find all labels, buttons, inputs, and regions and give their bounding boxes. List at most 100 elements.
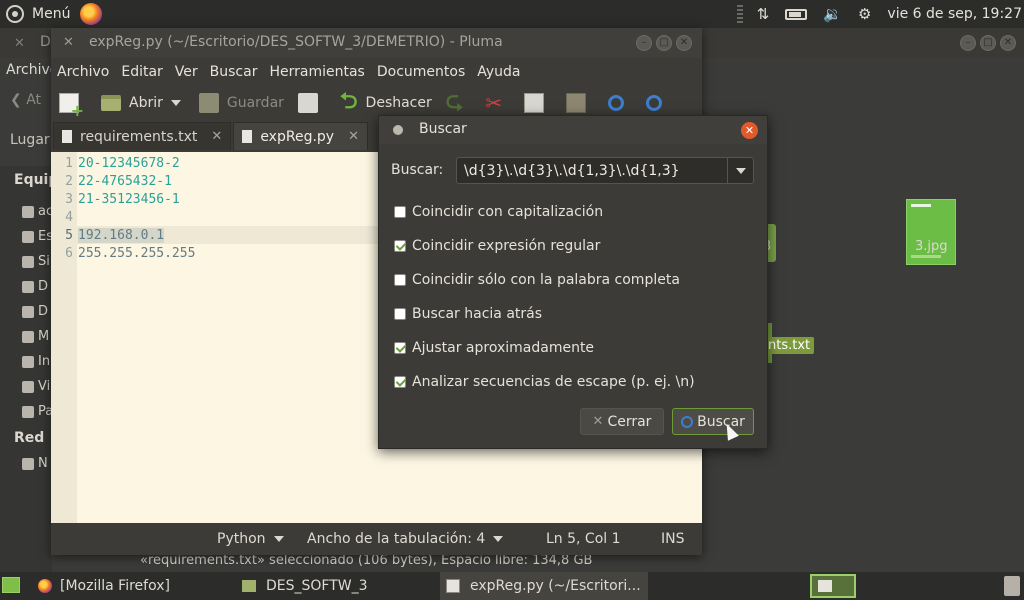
code-line-selected[interactable]: 192.168.0.1 <box>78 228 165 243</box>
cursor-position: Ln 5, Col 1 <box>546 531 621 547</box>
chevron-down-icon <box>493 536 504 542</box>
code-line[interactable]: 21-35123456-1 <box>78 192 180 207</box>
print-button[interactable] <box>297 93 326 113</box>
sidebar-header-network: Red <box>14 430 45 446</box>
sidebar-item[interactable]: In <box>22 354 50 369</box>
open-button[interactable]: Abrir <box>101 95 163 111</box>
sidebar-item[interactable]: D <box>22 279 48 294</box>
firefox-launcher-icon[interactable] <box>80 3 103 25</box>
menu-ayuda[interactable]: Ayuda <box>477 64 520 80</box>
insert-mode: INS <box>661 531 685 547</box>
undo-label: Deshacer <box>365 95 432 111</box>
fm-back-button[interactable]: ❮ At <box>10 92 41 108</box>
cerrar-button[interactable]: ✕ Cerrar <box>580 408 664 435</box>
tab-close-icon[interactable]: ✕ <box>348 129 359 144</box>
maximize-button[interactable]: □ <box>980 35 996 51</box>
find-button[interactable] <box>608 95 632 111</box>
sidebar-item[interactable]: D <box>22 304 48 319</box>
search-dialog-titlebar[interactable]: Buscar ✕ <box>379 116 767 144</box>
tab-width-selector[interactable]: Ancho de la tabulación: 4 <box>307 531 504 547</box>
pluma-titlebar[interactable]: ✕ expReg.py (~/Escritorio/DES_SOFTW_3/DE… <box>51 28 702 58</box>
code-line[interactable]: 255.255.255.255 <box>78 246 195 261</box>
tab-close-icon[interactable]: ✕ <box>211 129 222 144</box>
sidebar-item[interactable]: M <box>22 329 49 344</box>
taskbar-item-label: [Mozilla Firefox] <box>60 578 170 594</box>
undo-button[interactable]: ⮌ Deshacer <box>340 91 432 113</box>
pluma-title: expReg.py (~/Escritorio/DES_SOFTW_3/DEME… <box>89 34 503 50</box>
workspace-switcher[interactable] <box>810 574 856 598</box>
window-menu-icon[interactable] <box>393 125 403 135</box>
show-desktop-icon[interactable] <box>2 577 20 593</box>
code-line[interactable]: 20-12345678-2 <box>78 156 180 171</box>
sidebar-item[interactable]: Vi <box>22 379 50 394</box>
sidebar-item[interactable]: ac <box>22 204 53 219</box>
close-button[interactable]: ✕ <box>1000 35 1016 51</box>
ubuntu-logo-icon <box>6 5 24 23</box>
clock[interactable]: vie 6 de sep, 19:27 <box>887 6 1022 22</box>
menu-archivo[interactable]: Archivo <box>57 64 109 80</box>
tab-expreg[interactable]: expReg.py ✕ <box>233 122 368 150</box>
close-dialog-button[interactable]: ✕ <box>741 122 758 139</box>
panel-separator <box>736 5 743 23</box>
checkbox-backwards[interactable] <box>394 308 406 320</box>
open-recent-dropdown[interactable] <box>170 100 181 106</box>
maximize-button[interactable]: □ <box>656 35 672 51</box>
option-regex[interactable]: Coincidir expresión regular <box>394 238 600 254</box>
main-menu-button[interactable]: Menú <box>6 0 70 28</box>
tab-requirements[interactable]: requirements.txt ✕ <box>53 122 232 150</box>
file-label[interactable]: 3.jpg <box>915 239 948 254</box>
sidebar-item-label: N <box>38 456 48 471</box>
menu-documentos[interactable]: Documentos <box>377 64 465 80</box>
minimize-button[interactable]: – <box>636 35 652 51</box>
network-transfer-icon[interactable]: ⇅ <box>757 5 770 23</box>
print-icon <box>297 93 318 113</box>
save-button[interactable]: Guardar <box>198 93 284 113</box>
magnifier-icon <box>681 415 694 428</box>
sidebar-item[interactable]: Pa <box>22 404 53 419</box>
new-document-button[interactable] <box>59 93 87 120</box>
minimize-button[interactable]: – <box>960 35 976 51</box>
code-line[interactable]: 22-4765432-1 <box>78 174 172 189</box>
search-combo <box>456 157 754 184</box>
option-match-case[interactable]: Coincidir con capitalización <box>394 204 603 220</box>
taskbar-item-firefox[interactable]: [Mozilla Firefox] <box>32 572 232 600</box>
option-backwards[interactable]: Buscar hacia atrás <box>394 306 542 322</box>
checkbox-escape-sequences[interactable] <box>394 376 406 388</box>
option-whole-word[interactable]: Coincidir sólo con la palabra completa <box>394 272 680 288</box>
option-escape-sequences[interactable]: Analizar secuencias de escape (p. ej. \n… <box>394 374 695 390</box>
sidebar-item[interactable]: N <box>22 456 48 471</box>
option-wrap-around[interactable]: Ajustar aproximadamente <box>394 340 594 356</box>
close-button[interactable]: ✕ <box>676 35 692 51</box>
close-icon[interactable]: ✕ <box>14 36 25 51</box>
settings-gear-icon[interactable]: ⚙ <box>858 5 871 23</box>
image-thumbnail-icon[interactable] <box>906 199 956 265</box>
menu-ver[interactable]: Ver <box>175 64 198 80</box>
trash-icon[interactable] <box>1004 576 1020 596</box>
redo-button[interactable]: ⮎ <box>446 91 472 113</box>
battery-icon[interactable] <box>785 8 808 20</box>
checkbox-match-case[interactable] <box>394 206 406 218</box>
sidebar-item[interactable]: Si <box>22 254 50 269</box>
checkbox-whole-word[interactable] <box>394 274 406 286</box>
menu-buscar[interactable]: Buscar <box>210 64 258 80</box>
language-selector[interactable]: Python <box>217 531 284 547</box>
pluma-menubar: Archivo Editar Ver Buscar Herramientas D… <box>51 58 702 86</box>
copy-button[interactable] <box>524 93 552 113</box>
search-history-dropdown[interactable] <box>727 158 753 183</box>
checkbox-regex[interactable] <box>394 240 406 252</box>
volume-icon[interactable]: 🔉 <box>823 5 842 23</box>
search-input[interactable] <box>457 158 727 183</box>
paste-button[interactable] <box>566 93 594 113</box>
taskbar-item-pluma[interactable]: expReg.py (~/Escritori... <box>440 572 648 600</box>
menu-editar[interactable]: Editar <box>121 64 162 80</box>
taskbar-item-folder[interactable]: DES_SOFTW_3 <box>236 572 436 600</box>
checkbox-wrap-around[interactable] <box>394 342 406 354</box>
cut-button[interactable]: ✂ <box>485 93 510 113</box>
menu-herramientas[interactable]: Herramientas <box>269 64 364 80</box>
buscar-button[interactable]: Buscar <box>672 408 754 435</box>
replace-button[interactable] <box>646 95 670 111</box>
file-label-selected[interactable]: nts.txt <box>764 337 815 354</box>
sidebar-item[interactable]: Es <box>22 229 53 244</box>
close-icon[interactable]: ✕ <box>63 35 74 50</box>
document-icon <box>242 130 253 143</box>
